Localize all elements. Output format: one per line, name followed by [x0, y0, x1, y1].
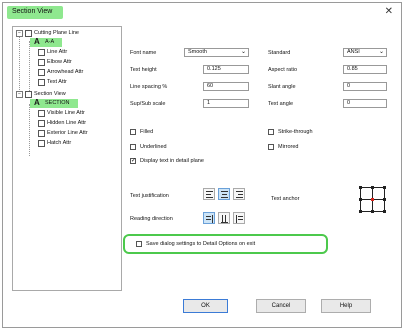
- anchor-point-selected[interactable]: [371, 198, 374, 201]
- anchor-point[interactable]: [359, 198, 362, 201]
- anchor-point[interactable]: [371, 210, 374, 213]
- standard-value: ANSI: [347, 49, 360, 55]
- underlined-checkbox[interactable]: [130, 144, 136, 150]
- chevron-down-icon: ⌄: [378, 49, 384, 55]
- tree-item-text-attr[interactable]: Text Attr: [47, 79, 67, 85]
- slant-angle-label: Slant angle: [268, 84, 296, 90]
- slant-angle-input[interactable]: 0: [343, 82, 387, 91]
- filled-label: Filled: [140, 129, 154, 135]
- text-a-icon: A: [34, 37, 40, 46]
- dialog-title: Section View: [12, 8, 53, 15]
- save-settings-checkbox[interactable]: [136, 241, 142, 247]
- tree-checkbox[interactable]: [38, 79, 45, 86]
- text-height-input[interactable]: 0.125: [203, 65, 249, 74]
- tree-checkbox[interactable]: [38, 120, 45, 127]
- sup-sub-scale-input[interactable]: 1: [203, 99, 249, 108]
- cancel-button[interactable]: Cancel: [256, 299, 306, 313]
- text-angle-input[interactable]: 0: [343, 99, 387, 108]
- tree-checkbox[interactable]: [25, 91, 32, 98]
- chevron-down-icon: ⌄: [240, 49, 246, 55]
- section-view-dialog: Section View ✕ − Cutting Plane Line A A-…: [2, 2, 402, 328]
- tree-item-section-view[interactable]: Section View: [34, 91, 66, 97]
- tree-checkbox[interactable]: [38, 110, 45, 117]
- tree-checkbox[interactable]: [38, 140, 45, 147]
- close-icon[interactable]: ✕: [385, 6, 393, 17]
- strike-through-label: Strike-through: [278, 129, 313, 135]
- display-text-checkbox[interactable]: ✓: [130, 158, 136, 164]
- font-name-label: Font name: [130, 50, 157, 56]
- font-name-value: Smooth: [188, 49, 207, 55]
- filled-checkbox[interactable]: [130, 129, 136, 135]
- tree-item-a-a[interactable]: A-A: [45, 39, 54, 45]
- tree-checkbox[interactable]: [38, 59, 45, 66]
- text-a-icon: A: [34, 98, 40, 107]
- tree-item-hatch-attr[interactable]: Hatch Attr: [47, 140, 71, 146]
- mirrored-label: Mirrored: [278, 144, 299, 150]
- text-anchor-label: Text anchor: [271, 196, 300, 202]
- tree-item-line-attr[interactable]: Line Attr: [47, 49, 67, 55]
- title-bar: Section View ✕: [3, 3, 401, 21]
- underlined-label: Underlined: [140, 144, 167, 150]
- save-settings-label: Save dialog settings to Detail Options o…: [146, 241, 256, 247]
- tree-item-cutting-plane-line[interactable]: Cutting Plane Line: [34, 30, 79, 36]
- line-spacing-label: Line spacing %: [130, 84, 168, 90]
- reading-vertical-icon[interactable]: [218, 212, 230, 224]
- text-anchor-grid[interactable]: [356, 183, 388, 215]
- anchor-point[interactable]: [383, 210, 386, 213]
- anchor-point[interactable]: [359, 186, 362, 189]
- sup-sub-scale-label: Sup/Sub scale: [130, 101, 166, 107]
- anchor-point[interactable]: [383, 198, 386, 201]
- text-justification-label: Text justification: [130, 193, 169, 199]
- align-left-icon[interactable]: [203, 188, 215, 200]
- tree-item-arrowhead-attr[interactable]: Arrowhead Attr: [47, 69, 83, 75]
- line-spacing-input[interactable]: 60: [203, 82, 249, 91]
- aspect-ratio-input[interactable]: 0.85: [343, 65, 387, 74]
- tree-item-visible-line-attr[interactable]: Visible Line Attr: [47, 110, 85, 116]
- standard-label: Standard: [268, 50, 291, 56]
- standard-select[interactable]: ANSI ⌄: [343, 48, 387, 57]
- tree-connector: [29, 104, 30, 156]
- reading-rtl-icon[interactable]: [233, 212, 245, 224]
- tree-expander[interactable]: −: [16, 30, 23, 37]
- tree-checkbox[interactable]: [38, 69, 45, 76]
- reading-direction-label: Reading direction: [130, 216, 173, 222]
- tree-checkbox[interactable]: [38, 130, 45, 137]
- tree-item-section[interactable]: SECTION: [45, 100, 69, 106]
- tree-panel[interactable]: − Cutting Plane Line A A-A Line Attr Elb…: [12, 26, 122, 291]
- text-angle-label: Text angle: [268, 101, 294, 107]
- display-text-label: Display text in detail plane: [140, 158, 204, 164]
- align-center-icon[interactable]: [218, 188, 230, 200]
- align-right-icon[interactable]: [233, 188, 245, 200]
- anchor-point[interactable]: [383, 186, 386, 189]
- tree-connector: [29, 41, 30, 93]
- mirrored-checkbox[interactable]: [268, 144, 274, 150]
- tree-checkbox[interactable]: [25, 30, 32, 37]
- help-button[interactable]: Help: [321, 299, 371, 313]
- reading-ltr-icon[interactable]: [203, 212, 215, 224]
- tree-expander[interactable]: −: [16, 91, 23, 98]
- tree-item-elbow-attr[interactable]: Elbow Attr: [47, 59, 72, 65]
- font-name-select[interactable]: Smooth ⌄: [184, 48, 249, 57]
- ok-button[interactable]: OK: [183, 299, 228, 313]
- tree-connector: [19, 33, 20, 98]
- tree-checkbox[interactable]: [38, 49, 45, 56]
- anchor-point[interactable]: [359, 210, 362, 213]
- strike-through-checkbox[interactable]: [268, 129, 274, 135]
- tree-item-hidden-line-attr[interactable]: Hidden Line Attr: [47, 120, 86, 126]
- anchor-point[interactable]: [371, 186, 374, 189]
- text-height-label: Text height: [130, 67, 157, 73]
- aspect-ratio-label: Aspect ratio: [268, 67, 298, 73]
- tree-item-exterior-line-attr[interactable]: Exterior Line Attr: [47, 130, 88, 136]
